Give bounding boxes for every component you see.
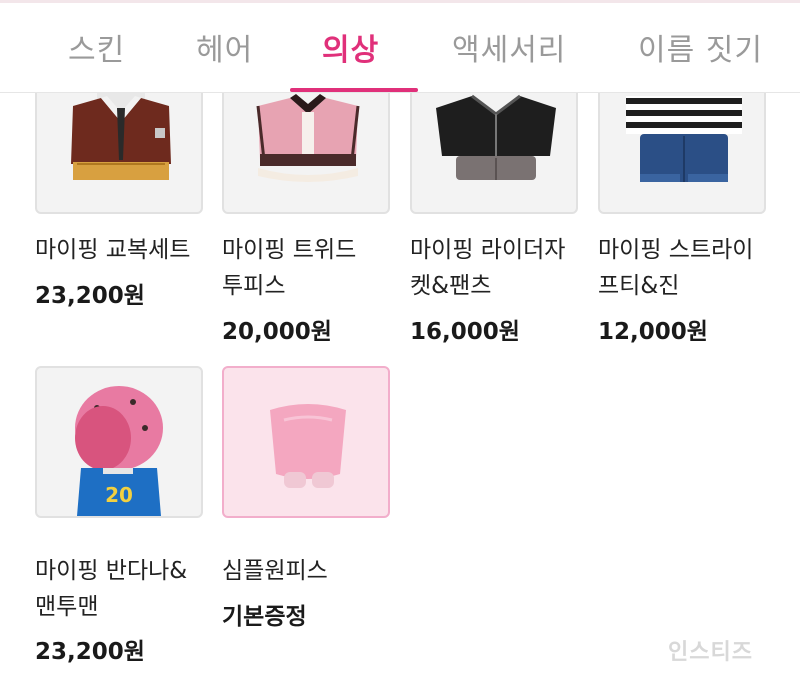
item-price: 12,000원 xyxy=(598,319,708,345)
category-tab-bar: 스킨 헤어 의상 액세서리 이름 짓기 xyxy=(0,3,800,93)
bandana-sweatshirt-icon: 20 xyxy=(75,386,163,516)
jersey-number: 20 xyxy=(105,483,133,507)
simple-dress-icon xyxy=(270,404,346,488)
tab-clothing[interactable]: 의상 xyxy=(322,25,379,69)
item-name-line1: 마이핑 반다나& xyxy=(35,558,188,584)
item-name-line1: 마이핑 라이더자 xyxy=(410,237,566,263)
tab-accessories[interactable]: 액세서리 xyxy=(452,25,566,69)
item-image-simple-dress[interactable] xyxy=(222,366,390,518)
tab-naming[interactable]: 이름 짓기 xyxy=(638,25,763,69)
watermark: 인스티즈 xyxy=(668,640,753,665)
item-name: 심플원피스 xyxy=(222,558,328,584)
outfit-grid: 마이핑 교복세트 23,200원 마이핑 트위드 투피스 20,000원 마이핑… xyxy=(0,0,800,689)
item-name-line1: 마이핑 트위드 xyxy=(222,237,357,263)
item-name-line1: 마이핑 스트라이 xyxy=(598,237,754,263)
item-image-bandana-sweatshirt[interactable]: 20 xyxy=(35,366,203,518)
item-name: 마이핑 교복세트 xyxy=(35,237,191,263)
item-price: 23,200원 xyxy=(35,283,145,309)
item-price: 20,000원 xyxy=(222,319,332,345)
tab-skin[interactable]: 스킨 xyxy=(68,25,125,69)
item-price: 기본증정 xyxy=(222,604,307,630)
active-tab-indicator xyxy=(290,88,418,92)
item-name-line2: 프티&진 xyxy=(598,273,680,299)
item-price: 23,200원 xyxy=(35,639,145,665)
item-name-line2: 투피스 xyxy=(222,273,286,299)
item-name-line2: 맨투맨 xyxy=(35,594,99,620)
tab-hair[interactable]: 헤어 xyxy=(196,25,253,69)
item-name-line2: 켓&팬츠 xyxy=(410,273,492,299)
item-price: 16,000원 xyxy=(410,319,520,345)
